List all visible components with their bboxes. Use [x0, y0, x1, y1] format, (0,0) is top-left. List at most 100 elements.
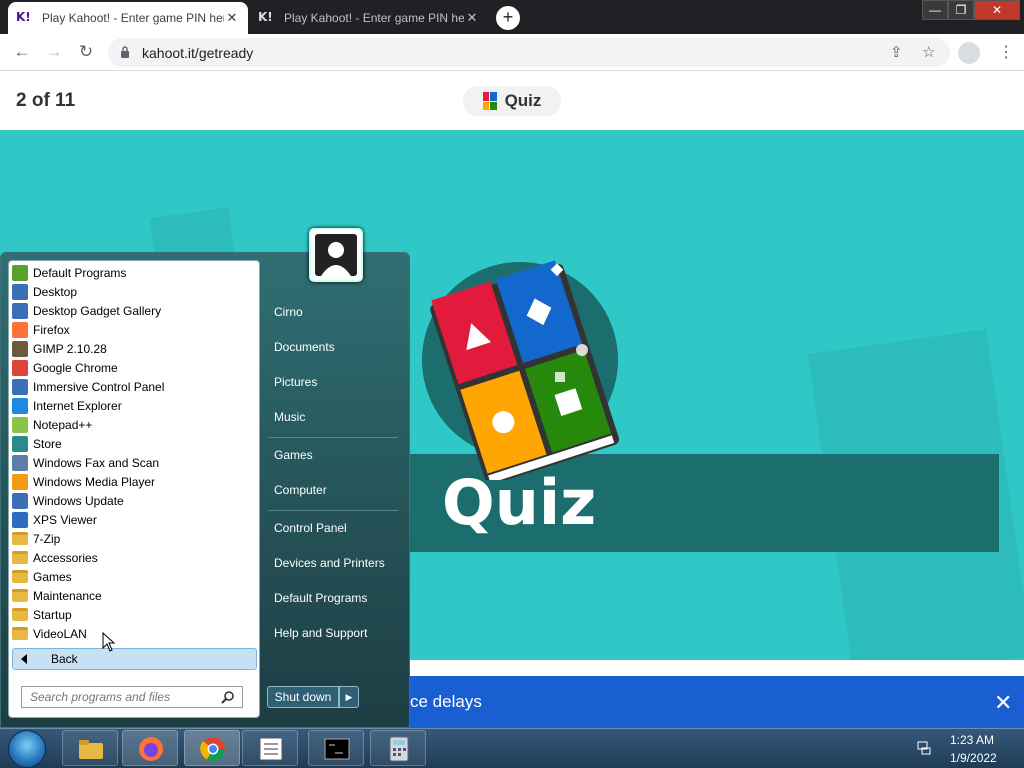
- start-menu-program-item[interactable]: Games: [12, 567, 72, 586]
- windows-update-icon: [12, 492, 28, 509]
- xps-viewer-icon: [12, 511, 28, 528]
- windows-start-orb-icon[interactable]: [8, 730, 46, 768]
- close-window-button[interactable]: ✕: [974, 0, 1020, 20]
- program-label: Desktop: [33, 284, 78, 299]
- start-menu-program-item[interactable]: Notepad++: [12, 415, 92, 434]
- start-menu-program-item[interactable]: GIMP 2.10.28: [12, 339, 107, 358]
- clock-date[interactable]: 1/9/2022: [950, 751, 997, 765]
- start-menu-place-item[interactable]: Default Programs: [274, 591, 367, 605]
- tab-kahoot-active[interactable]: K! Play Kahoot! - Enter game PIN here! ✕: [8, 2, 248, 34]
- start-menu-program-item[interactable]: Default Programs: [12, 263, 126, 282]
- start-menu-program-item[interactable]: XPS Viewer: [12, 510, 97, 529]
- profile-avatar-icon[interactable]: [958, 42, 980, 64]
- start-menu-place-item[interactable]: Control Panel: [274, 521, 347, 535]
- fax-scan-icon: [12, 454, 28, 471]
- taskbar-firefox[interactable]: [122, 730, 178, 766]
- clock-time[interactable]: 1:23 AM: [950, 733, 994, 747]
- url-text[interactable]: kahoot.it/getready: [142, 45, 253, 61]
- search-icon[interactable]: [221, 690, 235, 704]
- start-menu-program-item[interactable]: Windows Media Player: [12, 472, 155, 491]
- start-search-input[interactable]: Search programs and files: [21, 686, 243, 708]
- start-menu-program-item[interactable]: Desktop: [12, 282, 77, 301]
- program-label: Accessories: [33, 550, 98, 565]
- default-programs-icon: [12, 264, 28, 281]
- menu-kebab-icon[interactable]: ⋮: [998, 42, 1014, 62]
- program-label: GIMP 2.10.28: [33, 341, 107, 356]
- desktop-icon: [12, 283, 28, 300]
- game-header: 2 of 11 Quiz: [0, 72, 1024, 130]
- start-menu-program-item[interactable]: 7-Zip: [12, 529, 60, 548]
- shutdown-button[interactable]: Shut down: [267, 686, 339, 708]
- start-menu-program-item[interactable]: Immersive Control Panel: [12, 377, 164, 396]
- start-menu-place-item[interactable]: Cirno: [274, 305, 303, 319]
- tab-close-icon[interactable]: ✕: [464, 10, 480, 26]
- back-label: Back: [51, 652, 78, 666]
- start-menu-place-item[interactable]: Help and Support: [274, 626, 367, 640]
- bookmark-star-icon[interactable]: ☆: [922, 43, 935, 61]
- gadget-gallery-icon: [12, 302, 28, 319]
- start-menu-program-item[interactable]: Accessories: [12, 548, 98, 567]
- program-label: 7-Zip: [33, 531, 61, 546]
- start-menu-program-item[interactable]: Google Chrome: [12, 358, 118, 377]
- start-menu-program-item[interactable]: Maintenance: [12, 586, 102, 605]
- folder-icon: [12, 570, 28, 583]
- quiz-logo-icon: [482, 92, 497, 110]
- program-label: Windows Update: [33, 493, 124, 508]
- question-type-label: Quiz: [504, 91, 542, 110]
- chrome-icon: [12, 359, 28, 376]
- start-menu-program-item[interactable]: Desktop Gadget Gallery: [12, 301, 161, 320]
- folder-icon: [12, 608, 28, 621]
- program-label: Windows Media Player: [33, 474, 156, 489]
- forward-arrow-icon[interactable]: →: [44, 42, 64, 62]
- start-menu-place-item[interactable]: Devices and Printers: [274, 556, 385, 570]
- lock-icon: [121, 46, 129, 58]
- back-arrow-icon[interactable]: ←: [12, 42, 32, 62]
- program-label: Games: [33, 569, 72, 584]
- start-menu-place-item[interactable]: Documents: [274, 340, 335, 354]
- start-menu-place-item[interactable]: Pictures: [274, 375, 317, 389]
- program-label: VideoLAN: [33, 626, 87, 641]
- start-menu-program-item[interactable]: Windows Fax and Scan: [12, 453, 159, 472]
- screen: K! Play Kahoot! - Enter game PIN here! ✕…: [0, 0, 1024, 768]
- start-menu-program-item[interactable]: Windows Update: [12, 491, 124, 510]
- calculator-icon: [389, 736, 409, 762]
- minimize-button[interactable]: —: [922, 0, 948, 20]
- start-menu-program-item[interactable]: VideoLAN: [12, 624, 87, 643]
- reload-icon[interactable]: ↻: [76, 42, 96, 62]
- new-tab-button[interactable]: +: [496, 6, 520, 30]
- network-tray-icon[interactable]: [916, 740, 932, 756]
- taskbar-chrome[interactable]: [184, 730, 240, 766]
- start-menu-place-item[interactable]: Computer: [274, 483, 327, 497]
- omnibox[interactable]: kahoot.it/getready ⇪ ☆: [108, 38, 950, 67]
- back-arrow-icon: [21, 654, 27, 664]
- command-prompt-icon: [324, 738, 350, 760]
- program-label: Firefox: [33, 322, 70, 337]
- taskbar-notes[interactable]: [242, 730, 298, 766]
- program-label: Startup: [33, 607, 72, 622]
- notice-text: ce delays: [410, 692, 482, 711]
- start-menu-program-item[interactable]: Store: [12, 434, 62, 453]
- tab-kahoot-inactive[interactable]: K! Play Kahoot! - Enter game PIN here! ✕: [250, 2, 488, 34]
- back-button[interactable]: Back: [12, 648, 257, 670]
- stage-title: Quiz: [442, 466, 597, 539]
- taskbar-explorer[interactable]: [62, 730, 118, 766]
- share-icon[interactable]: ⇪: [890, 43, 903, 61]
- firefox-icon: [139, 737, 163, 761]
- taskbar-cmd[interactable]: [308, 730, 364, 766]
- shutdown-options-button[interactable]: ▶: [339, 686, 359, 708]
- media-player-icon: [12, 473, 28, 490]
- start-menu-program-item[interactable]: Startup: [12, 605, 72, 624]
- start-menu-program-item[interactable]: Firefox: [12, 320, 70, 339]
- mouse-cursor-icon: [102, 632, 116, 652]
- taskbar-calculator[interactable]: [370, 730, 426, 766]
- start-menu-program-item[interactable]: Internet Explorer: [12, 396, 122, 415]
- places-divider: [268, 510, 398, 511]
- folder-icon: [79, 740, 103, 759]
- user-picture[interactable]: [309, 228, 363, 282]
- notice-close-icon[interactable]: ✕: [994, 690, 1012, 716]
- start-menu-place-item[interactable]: Music: [274, 410, 305, 424]
- tab-close-icon[interactable]: ✕: [224, 10, 240, 26]
- places-divider: [268, 437, 398, 438]
- start-menu-place-item[interactable]: Games: [274, 448, 313, 462]
- restore-button[interactable]: ❐: [948, 0, 974, 20]
